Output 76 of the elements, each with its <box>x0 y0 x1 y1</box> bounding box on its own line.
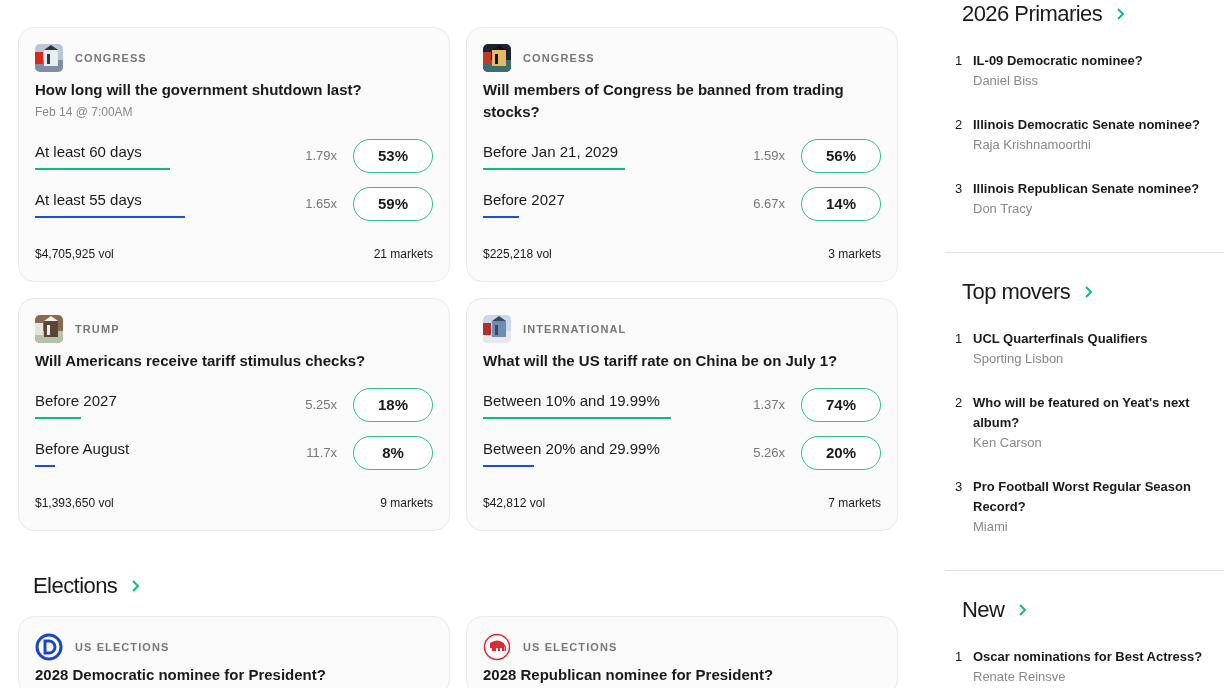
outcome-label: Before August <box>35 439 130 459</box>
chance-button[interactable]: 20% <box>801 436 881 470</box>
market-title[interactable]: Who will be featured on Yeat's next album? <box>973 393 1212 433</box>
outcome-label: At least 60 days <box>35 142 142 162</box>
category-label: US ELECTIONS <box>523 639 618 655</box>
payout-multiplier: 1.59x <box>753 147 785 166</box>
market-question[interactable]: 2028 Democratic nominee for President? <box>35 665 433 685</box>
chance-button[interactable]: 14% <box>801 187 881 221</box>
category-label: CONGRESS <box>75 50 147 66</box>
rank-number: 3 <box>955 478 964 496</box>
rank-number: 1 <box>955 52 964 70</box>
ring-logo-icon <box>35 633 63 661</box>
market-title[interactable]: UCL Quarterfinals Qualifiers <box>973 329 1148 349</box>
market-question[interactable]: Will Americans receive tariff stimulus checks? <box>35 350 433 372</box>
market-question[interactable]: What will the US tariff rate on China be on July 1? <box>483 350 881 372</box>
payout-multiplier: 1.37x <box>753 396 785 415</box>
payout-multiplier: 5.25x <box>305 396 337 415</box>
payout-multiplier: 1.79x <box>305 147 337 166</box>
volume-label: $4,705,925 vol <box>35 246 114 263</box>
chance-button[interactable]: 18% <box>353 388 433 422</box>
leading-outcome: Raja Krishnamoorthi <box>973 136 1092 154</box>
leading-outcome: Miami <box>973 518 1009 536</box>
leading-outcome: Daniel Biss <box>973 72 1040 90</box>
market-question[interactable]: Will members of Congress be banned from trading stocks? <box>483 79 881 123</box>
rank-number: 1 <box>955 648 964 666</box>
payout-multiplier: 6.67x <box>753 195 785 214</box>
category-label: INTERNATIONAL <box>523 321 627 337</box>
outcome-label: At least 55 days <box>35 190 142 210</box>
leading-outcome: Ken Carson <box>973 434 1043 452</box>
volume-label: $42,812 vol <box>483 495 546 512</box>
outcome-label: Before 2027 <box>35 391 117 411</box>
markets-count[interactable]: 9 markets <box>380 493 433 513</box>
chevron-right-icon[interactable] <box>1084 285 1095 299</box>
payout-multiplier: 11.7x <box>306 444 337 463</box>
volume-label: $1,393,650 vol <box>35 495 114 512</box>
market-title[interactable]: IL-09 Democratic nominee? <box>973 51 1143 71</box>
outcome-label: Between 10% and 19.99% <box>483 391 660 411</box>
market-title[interactable]: Oscar nominations for Best Actress? <box>973 647 1203 667</box>
leading-outcome: Renate Reinsve <box>973 668 1067 686</box>
rank-number: 2 <box>955 394 964 412</box>
market-question[interactable]: How long will the government shutdown last? <box>35 79 433 101</box>
outcome-label: Before 2027 <box>483 190 565 210</box>
chance-button[interactable]: 8% <box>353 436 433 470</box>
chance-button[interactable]: 53% <box>353 139 433 173</box>
outcome-label: Before Jan 21, 2029 <box>483 142 619 162</box>
markets-count[interactable]: 3 markets <box>828 244 881 264</box>
chevron-right-icon[interactable] <box>1116 7 1127 21</box>
section-heading[interactable]: 2026 Primaries <box>962 0 1103 30</box>
elephant-icon <box>483 633 511 661</box>
rank-number: 3 <box>955 180 964 198</box>
leading-outcome: Don Tracy <box>973 200 1034 218</box>
markets-count[interactable]: 7 markets <box>828 493 881 513</box>
market-title[interactable]: Illinois Democratic Senate nominee? <box>973 115 1200 135</box>
category-label: CONGRESS <box>523 50 595 66</box>
rank-number: 1 <box>955 330 964 348</box>
chevron-right-icon[interactable] <box>1018 603 1029 617</box>
rank-number: 2 <box>955 116 964 134</box>
chance-button[interactable]: 59% <box>353 187 433 221</box>
section-heading[interactable]: Elections <box>33 570 118 602</box>
payout-multiplier: 1.65x <box>305 195 337 214</box>
outcome-label: Between 20% and 29.99% <box>483 439 660 459</box>
market-title[interactable]: Illinois Republican Senate nominee? <box>973 179 1200 199</box>
leading-outcome: Sporting Lisbon <box>973 350 1065 368</box>
end-date: Feb 14 @ 7:00AM <box>35 104 134 121</box>
volume-label: $225,218 vol <box>483 246 552 263</box>
chance-button[interactable]: 56% <box>801 139 881 173</box>
category-label: TRUMP <box>75 321 120 337</box>
market-title[interactable]: Pro Football Worst Regular Season Record? <box>973 477 1212 517</box>
markets-count[interactable]: 21 markets <box>373 244 433 264</box>
payout-multiplier: 5.26x <box>753 444 785 463</box>
chevron-right-icon[interactable] <box>131 579 142 593</box>
section-heading[interactable]: New <box>962 594 1005 626</box>
market-question[interactable]: 2028 Republican nominee for President? <box>483 665 881 685</box>
category-label: US ELECTIONS <box>75 639 170 655</box>
section-heading[interactable]: Top movers <box>962 276 1071 308</box>
chance-button[interactable]: 74% <box>801 388 881 422</box>
